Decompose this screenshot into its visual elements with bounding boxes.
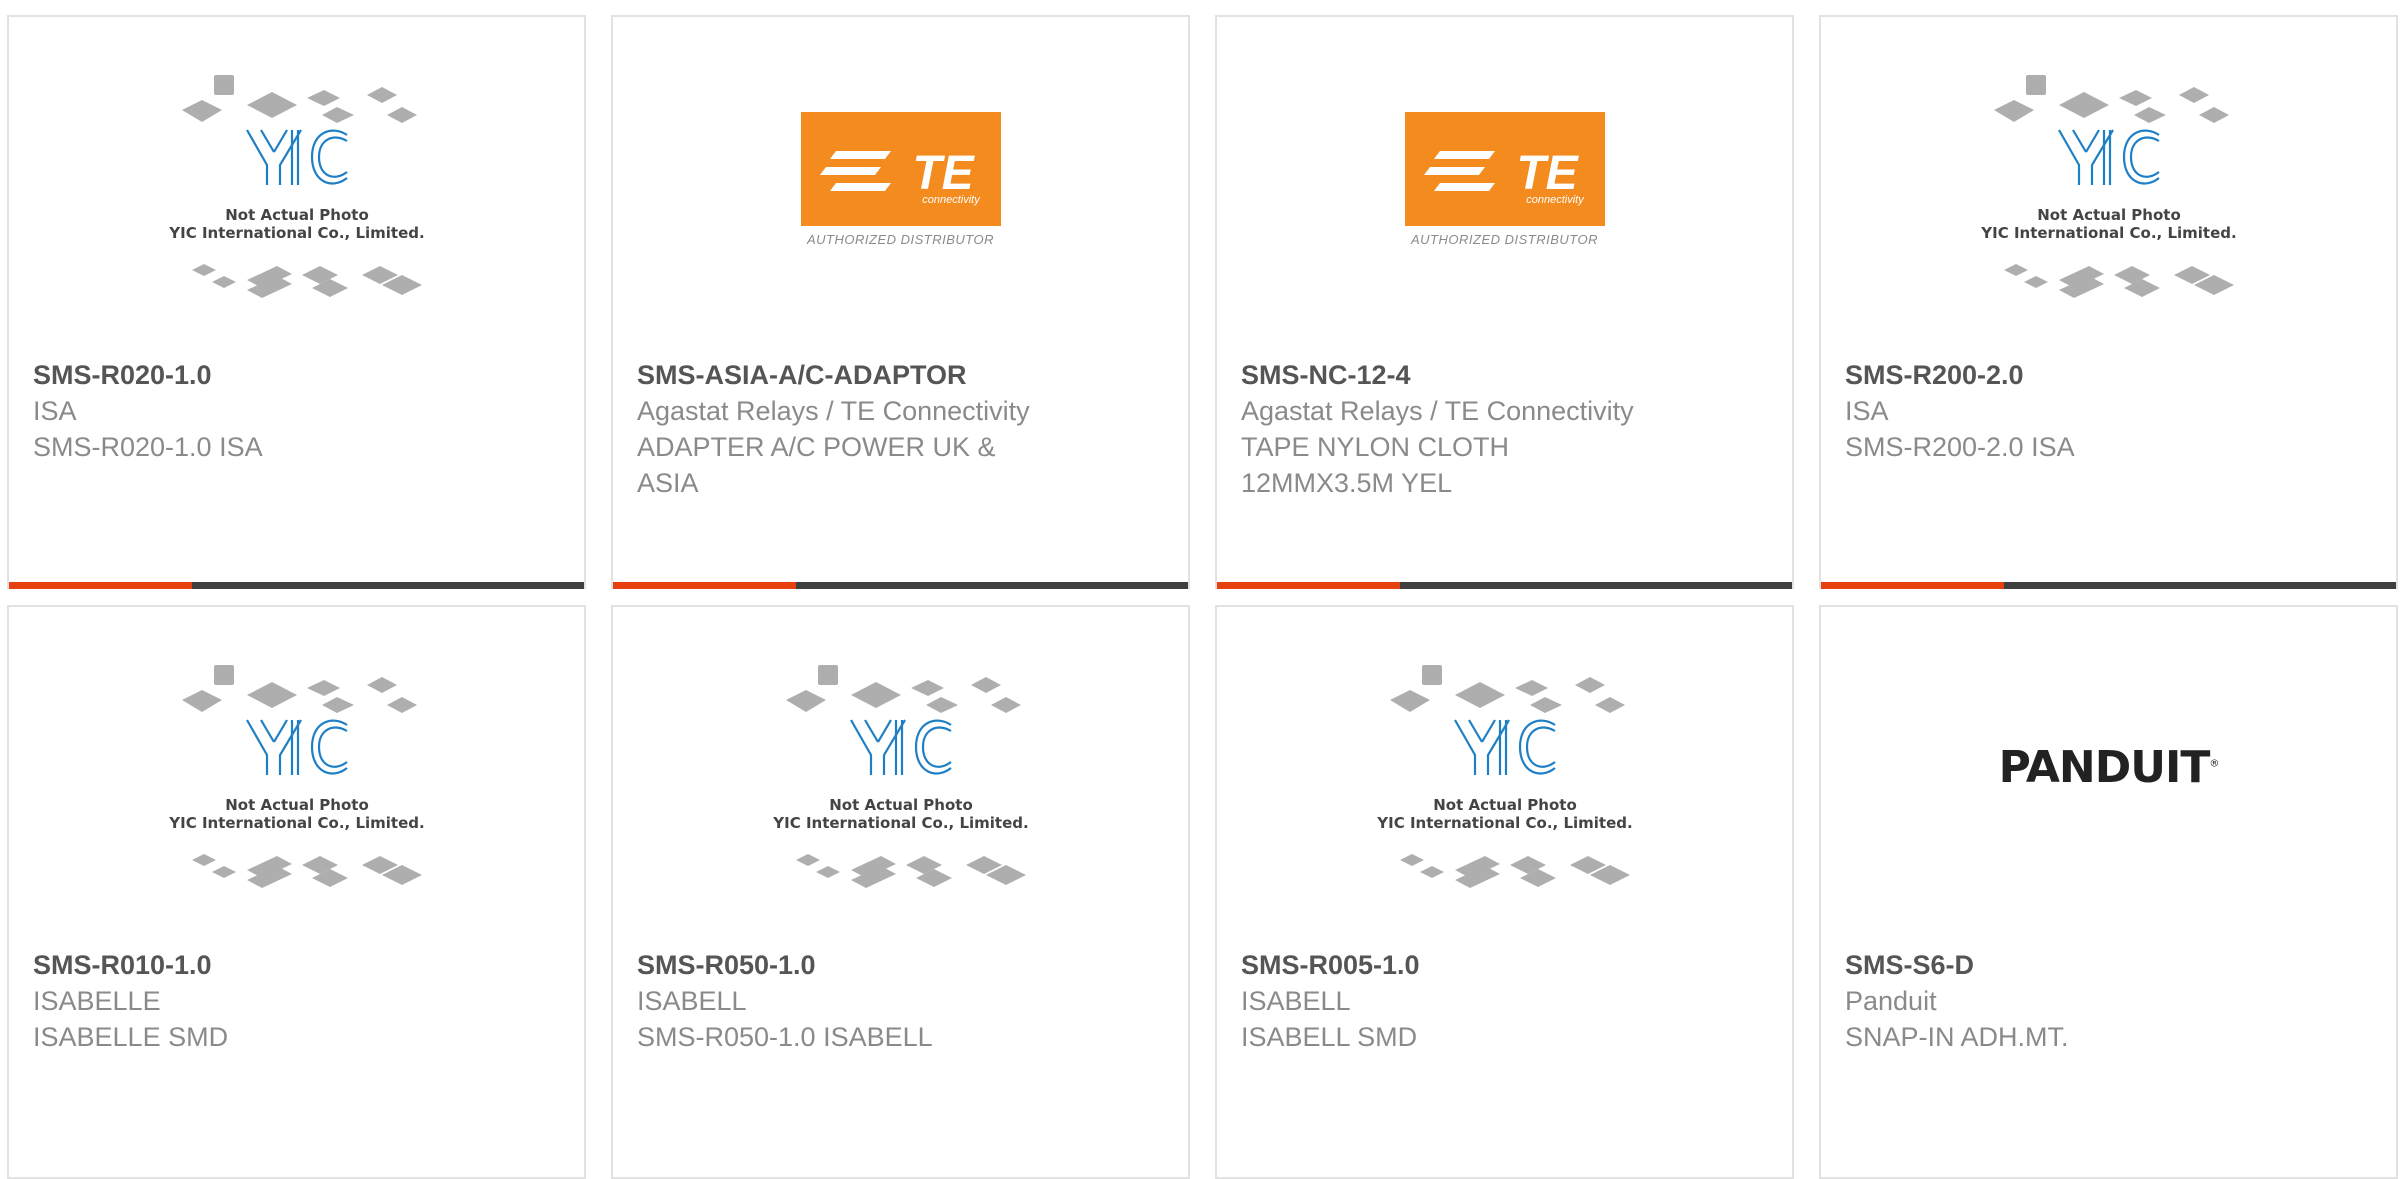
manufacturer: Panduit: [1845, 986, 1937, 1016]
part-number-link[interactable]: SMS-R020-1.0: [33, 357, 453, 393]
te-wordmark: TE: [1516, 147, 1579, 200]
description: TAPE NYLON CLOTH: [1241, 432, 1510, 462]
yic-placeholder-logo: Not Actual Photo YIC International Co., …: [168, 74, 424, 298]
description: ADAPTER A/C POWER UK &: [637, 432, 996, 462]
placeholder-caption-1: Not Actual Photo: [1433, 796, 1577, 814]
description: 12MMX3.5M YEL: [1241, 468, 1453, 498]
card-accent-bar: [1821, 582, 2396, 589]
description: ASIA: [637, 468, 699, 498]
manufacturer: ISABELL: [637, 986, 747, 1016]
placeholder-caption-2: YIC International Co., Limited.: [168, 814, 424, 832]
part-number-link[interactable]: SMS-NC-12-4: [1241, 357, 1661, 393]
placeholder-caption-1: Not Actual Photo: [225, 206, 369, 224]
yic-placeholder-logo: Not Actual Photo YIC International Co., …: [168, 664, 424, 888]
yic-placeholder-logo: Not Actual Photo YIC International Co., …: [1980, 74, 2236, 298]
product-image[interactable]: Not Actual Photo YIC International Co., …: [1217, 607, 1792, 952]
part-number-link[interactable]: SMS-R010-1.0: [33, 947, 453, 983]
product-card[interactable]: Not Actual Photo YIC International Co., …: [7, 15, 586, 589]
product-image[interactable]: Not Actual Photo YIC International Co., …: [1821, 17, 2396, 362]
placeholder-caption-2: YIC International Co., Limited.: [1980, 224, 2236, 242]
te-caption: AUTHORIZED DISTRIBUTOR: [807, 232, 994, 247]
yic-placeholder-logo: Not Actual Photo YIC International Co., …: [1376, 664, 1632, 888]
description: SNAP-IN ADH.MT.: [1845, 1022, 2069, 1052]
product-card[interactable]: TE connectivity AUTHORIZED DISTRIBUTOR S…: [1215, 15, 1794, 589]
te-subtitle: connectivity: [922, 194, 981, 206]
card-accent-bar: [1217, 582, 1792, 589]
placeholder-caption-1: Not Actual Photo: [829, 796, 973, 814]
product-card[interactable]: TE connectivity AUTHORIZED DISTRIBUTOR S…: [611, 15, 1190, 589]
product-image[interactable]: TE connectivity AUTHORIZED DISTRIBUTOR: [613, 17, 1188, 362]
te-subtitle: connectivity: [1526, 194, 1585, 206]
manufacturer: Agastat Relays / TE Connectivity: [1241, 396, 1634, 426]
part-number-link[interactable]: SMS-R050-1.0: [637, 947, 1057, 983]
registered-mark: ®: [2209, 757, 2219, 769]
panduit-wordmark: PANDUIT: [1998, 741, 2211, 793]
placeholder-caption-1: Not Actual Photo: [225, 796, 369, 814]
description: ISABELLE SMD: [33, 1022, 229, 1052]
manufacturer: ISABELLE: [33, 986, 161, 1016]
manufacturer: Agastat Relays / TE Connectivity: [637, 396, 1030, 426]
description: SMS-R200-2.0 ISA: [1845, 432, 2075, 462]
te-wordmark: TE: [912, 147, 975, 200]
placeholder-caption-2: YIC International Co., Limited.: [772, 814, 1028, 832]
description: ISABELL SMD: [1241, 1022, 1418, 1052]
placeholder-caption-2: YIC International Co., Limited.: [168, 224, 424, 242]
product-image[interactable]: Not Actual Photo YIC International Co., …: [9, 17, 584, 362]
description: SMS-R050-1.0 ISABELL: [637, 1022, 933, 1052]
card-accent-bar: [613, 582, 1188, 589]
product-image[interactable]: Not Actual Photo YIC International Co., …: [9, 607, 584, 952]
card-accent-bar: [9, 582, 584, 589]
product-card[interactable]: Not Actual Photo YIC International Co., …: [1819, 15, 2398, 589]
manufacturer: ISABELL: [1241, 986, 1351, 1016]
part-number-link[interactable]: SMS-R005-1.0: [1241, 947, 1661, 983]
te-caption: AUTHORIZED DISTRIBUTOR: [1411, 232, 1598, 247]
te-connectivity-logo: TE connectivity AUTHORIZED DISTRIBUTOR: [796, 112, 1006, 247]
product-image[interactable]: Not Actual Photo YIC International Co., …: [613, 607, 1188, 952]
description: SMS-R020-1.0 ISA: [33, 432, 263, 462]
product-card[interactable]: Not Actual Photo YIC International Co., …: [611, 605, 1190, 1179]
product-card[interactable]: Not Actual Photo YIC International Co., …: [1215, 605, 1794, 1179]
product-image[interactable]: TE connectivity AUTHORIZED DISTRIBUTOR: [1217, 17, 1792, 362]
yic-placeholder-logo: Not Actual Photo YIC International Co., …: [772, 664, 1028, 888]
placeholder-caption-1: Not Actual Photo: [2037, 206, 2181, 224]
product-card[interactable]: Not Actual Photo YIC International Co., …: [7, 605, 586, 1179]
panduit-logo: PANDUIT®: [1998, 741, 2220, 793]
manufacturer: ISA: [1845, 396, 1889, 426]
te-connectivity-logo: TE connectivity AUTHORIZED DISTRIBUTOR: [1400, 112, 1610, 247]
part-number-link[interactable]: SMS-S6-D: [1845, 947, 2265, 983]
part-number-link[interactable]: SMS-R200-2.0: [1845, 357, 2265, 393]
part-number-link[interactable]: SMS-ASIA-A/C-ADAPTOR: [637, 357, 1057, 393]
manufacturer: ISA: [33, 396, 77, 426]
product-image[interactable]: PANDUIT®: [1821, 607, 2396, 952]
product-card[interactable]: PANDUIT® SMS-S6-D Panduit SNAP-IN ADH.MT…: [1819, 605, 2398, 1179]
placeholder-caption-2: YIC International Co., Limited.: [1376, 814, 1632, 832]
